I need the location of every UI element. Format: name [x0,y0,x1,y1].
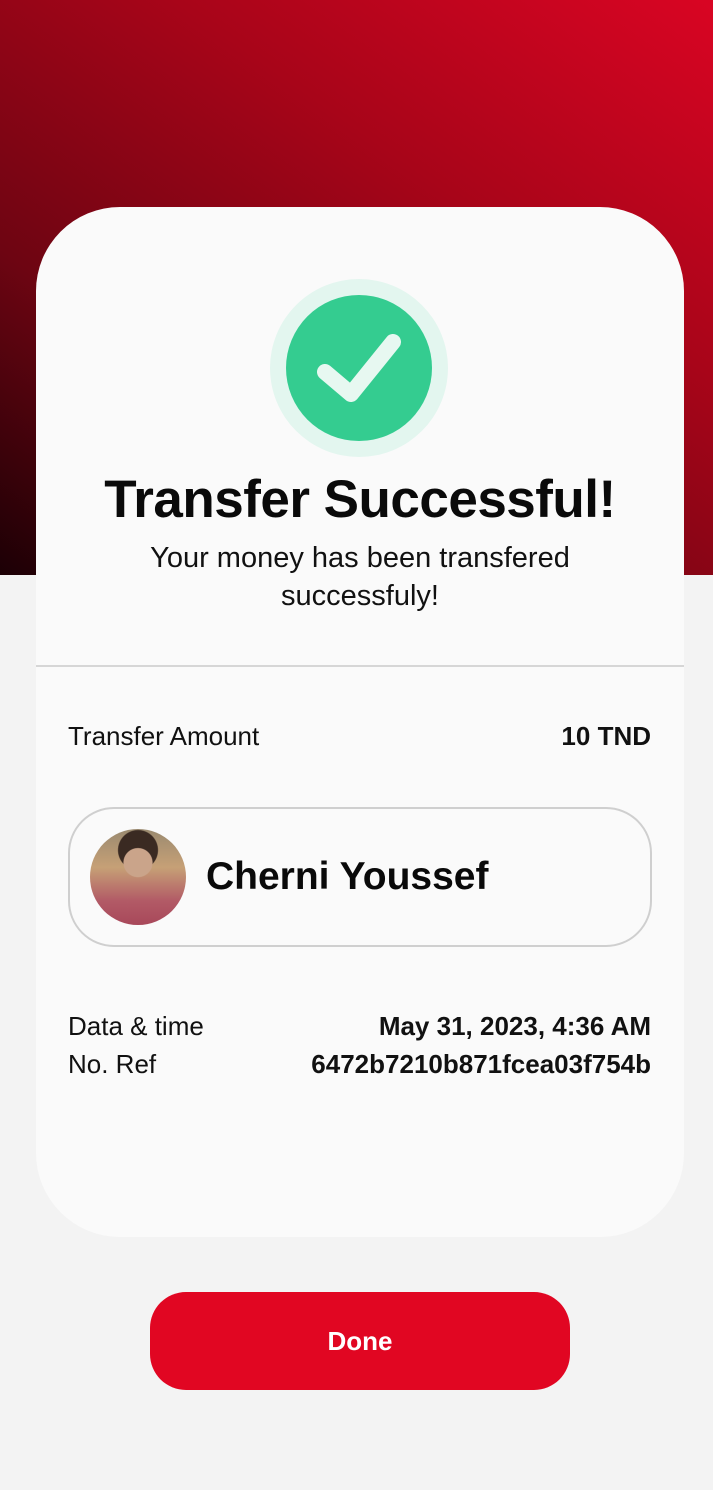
datetime-label: Data & time [68,1011,204,1041]
status-title: Transfer Successful! [104,470,616,529]
check-icon [286,295,432,441]
datetime-value: May 31, 2023, 4:36 AM [378,1011,651,1041]
reference-row: No. Ref 6472b7210b871fcea03f754b [68,1049,651,1080]
amount-row: Transfer Amount 10 TND [68,721,651,752]
recipient-name: Cherni Youssef [206,855,489,898]
recipient-card: Cherni Youssef [68,807,652,947]
success-badge [270,279,448,457]
done-button[interactable]: Done [150,1292,570,1390]
amount-value: 10 TND [561,721,651,751]
avatar [90,829,186,925]
reference-label: No. Ref [68,1049,157,1079]
receipt-card: Transfer Successful! Your money has been… [36,207,684,1237]
reference-value: 6472b7210b871fcea03f754b [311,1049,651,1079]
amount-label: Transfer Amount [68,721,260,751]
datetime-row: Data & time May 31, 2023, 4:36 AM [68,1011,651,1042]
status-subtitle: Your money has been transfered successfu… [150,542,570,612]
divider [36,665,684,667]
